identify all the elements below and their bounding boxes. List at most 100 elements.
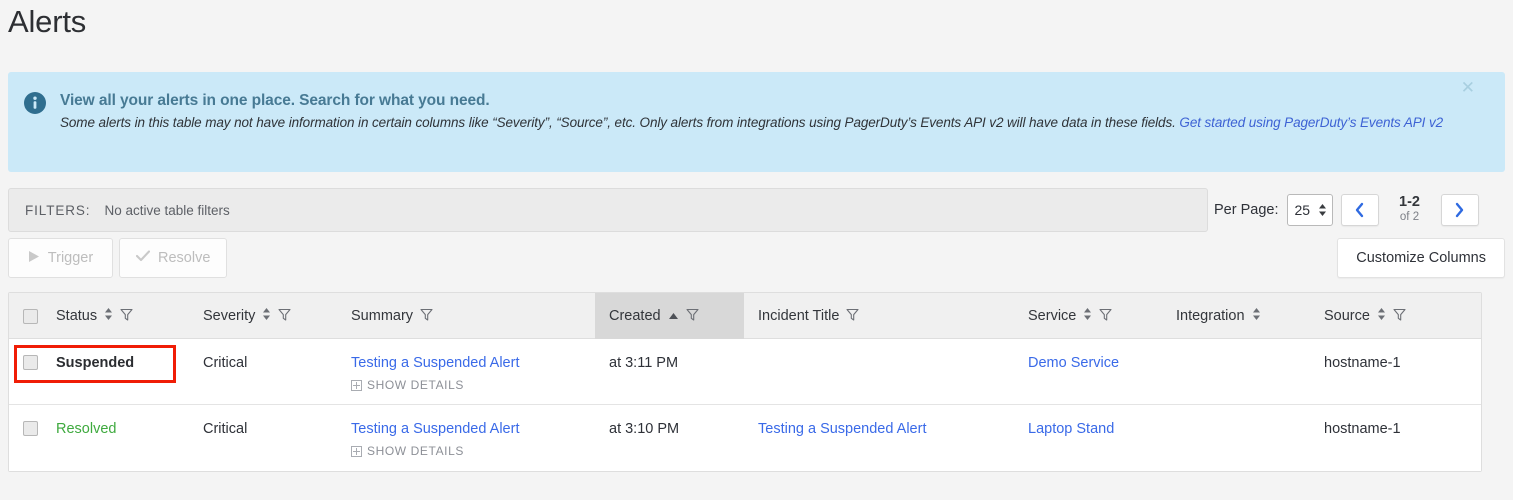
status-badge: Resolved <box>56 421 117 437</box>
table-row[interactable]: Resolved Critical Testing a Suspended Al… <box>9 405 1481 471</box>
sort-icon[interactable] <box>104 307 113 325</box>
row-checkbox[interactable] <box>23 355 38 370</box>
trigger-button-label: Trigger <box>47 250 94 266</box>
per-page-select[interactable]: 25 <box>1286 194 1333 226</box>
column-label-summary: Summary <box>351 308 414 324</box>
filter-icon[interactable] <box>120 308 133 325</box>
column-label-severity: Severity <box>203 308 256 324</box>
row-select-cell <box>9 339 42 404</box>
cell-source: hostname-1 <box>1324 421 1401 437</box>
page-total-value: of 2 <box>1399 211 1420 223</box>
cell-created: at 3:11 PM <box>609 355 679 371</box>
column-label-service: Service <box>1028 308 1077 324</box>
column-label-created: Created <box>609 308 661 324</box>
info-circle-icon <box>22 90 48 116</box>
filters-label: FILTERS: <box>25 202 91 218</box>
plus-box-icon <box>351 379 362 391</box>
show-details-label: SHOW DETAILS <box>367 378 464 392</box>
summary-link[interactable]: Testing a Suspended Alert <box>351 421 519 437</box>
per-page-label: Per Page: <box>1214 202 1279 218</box>
column-header-created[interactable]: Created <box>595 293 744 339</box>
select-all-header <box>9 293 42 339</box>
resolve-button[interactable]: Resolve <box>119 238 228 278</box>
status-badge: Suspended <box>56 355 135 371</box>
next-page-button[interactable] <box>1440 194 1479 226</box>
cell-incident-title <box>744 339 1014 404</box>
cell-severity: Critical <box>203 355 248 371</box>
cell-integration <box>1162 405 1310 471</box>
filter-icon[interactable] <box>686 308 699 325</box>
banner-description-text: Some alerts in this table may not have i… <box>60 115 1180 130</box>
cell-created: at 3:10 PM <box>609 421 680 437</box>
column-header-summary[interactable]: Summary <box>337 293 595 339</box>
bulk-actions: Trigger Resolve <box>8 238 228 278</box>
trigger-button[interactable]: Trigger <box>8 238 113 278</box>
banner-description: Some alerts in this table may not have i… <box>60 112 1463 133</box>
table-header-row: Status Severity Summary Created Incident… <box>9 293 1481 339</box>
show-details-toggle[interactable]: SHOW DETAILS <box>351 378 595 392</box>
play-icon <box>28 250 40 267</box>
events-api-link[interactable]: Get started using PagerDuty’s Events API… <box>1179 115 1443 130</box>
previous-page-button[interactable] <box>1340 194 1379 226</box>
column-header-incident-title[interactable]: Incident Title <box>744 293 1014 339</box>
chevron-left-icon <box>1355 202 1364 218</box>
row-select-cell <box>9 405 42 471</box>
resolve-button-label: Resolve <box>158 250 211 266</box>
filter-icon[interactable] <box>278 308 291 325</box>
cell-summary: Testing a Suspended Alert SHOW DETAILS <box>337 405 595 471</box>
column-header-severity[interactable]: Severity <box>189 293 337 339</box>
alerts-table: Status Severity Summary Created Incident… <box>8 292 1482 472</box>
column-label-incident-title: Incident Title <box>758 308 840 324</box>
column-header-service[interactable]: Service <box>1014 293 1162 339</box>
cell-source: hostname-1 <box>1324 355 1401 371</box>
column-header-status[interactable]: Status <box>42 293 189 339</box>
per-page-value: 25 <box>1294 202 1311 218</box>
filter-icon[interactable] <box>420 308 433 325</box>
filters-value: No active table filters <box>104 202 230 218</box>
cell-severity: Critical <box>203 421 248 437</box>
banner-body: View all your alerts in one place. Searc… <box>60 90 1463 133</box>
column-label-status: Status <box>56 308 98 324</box>
summary-link[interactable]: Testing a Suspended Alert <box>351 355 519 371</box>
cell-status: Suspended <box>42 339 189 404</box>
filter-icon[interactable] <box>846 308 859 325</box>
banner-title: View all your alerts in one place. Searc… <box>60 92 490 109</box>
sort-icon[interactable] <box>1377 307 1386 325</box>
customize-columns-button[interactable]: Customize Columns <box>1337 238 1505 278</box>
column-header-integration[interactable]: Integration <box>1162 293 1310 339</box>
cell-incident-title: Testing a Suspended Alert <box>744 405 1014 471</box>
row-checkbox[interactable] <box>23 421 38 436</box>
page-range-value: 1-2 <box>1399 194 1420 210</box>
table-row[interactable]: Suspended Critical Testing a Suspended A… <box>9 339 1481 405</box>
info-banner: View all your alerts in one place. Searc… <box>8 72 1505 172</box>
alerts-page: Alerts View all your alerts in one place… <box>0 0 1513 500</box>
sort-ascending-icon[interactable] <box>668 308 679 324</box>
column-header-source[interactable]: Source <box>1310 293 1470 339</box>
sort-icon[interactable] <box>1083 307 1092 325</box>
column-label-source: Source <box>1324 308 1370 324</box>
cell-service: Demo Service <box>1014 339 1162 404</box>
filters-bar[interactable]: FILTERS: No active table filters <box>8 188 1208 232</box>
stepper-arrows-icon <box>1318 203 1327 217</box>
sort-icon[interactable] <box>262 307 271 325</box>
pagination-controls: Per Page: 25 1-2 of 2 <box>1214 188 1479 232</box>
select-all-checkbox[interactable] <box>23 308 38 324</box>
cell-summary: Testing a Suspended Alert SHOW DETAILS <box>337 339 595 404</box>
filter-icon[interactable] <box>1393 308 1406 325</box>
close-icon[interactable]: ✕ <box>1461 80 1475 97</box>
show-details-label: SHOW DETAILS <box>367 444 464 458</box>
page-range: 1-2 of 2 <box>1387 195 1433 225</box>
check-icon <box>135 250 151 266</box>
cell-status: Resolved <box>42 405 189 471</box>
cell-service: Laptop Stand <box>1014 405 1162 471</box>
show-details-toggle[interactable]: SHOW DETAILS <box>351 444 595 458</box>
cell-integration <box>1162 339 1310 404</box>
plus-box-icon <box>351 445 362 457</box>
filter-icon[interactable] <box>1099 308 1112 325</box>
service-link[interactable]: Laptop Stand <box>1028 421 1114 437</box>
chevron-right-icon <box>1455 202 1464 218</box>
service-link[interactable]: Demo Service <box>1028 355 1119 371</box>
sort-icon[interactable] <box>1252 307 1261 325</box>
incident-title-link[interactable]: Testing a Suspended Alert <box>758 421 926 437</box>
column-label-integration: Integration <box>1176 308 1245 324</box>
